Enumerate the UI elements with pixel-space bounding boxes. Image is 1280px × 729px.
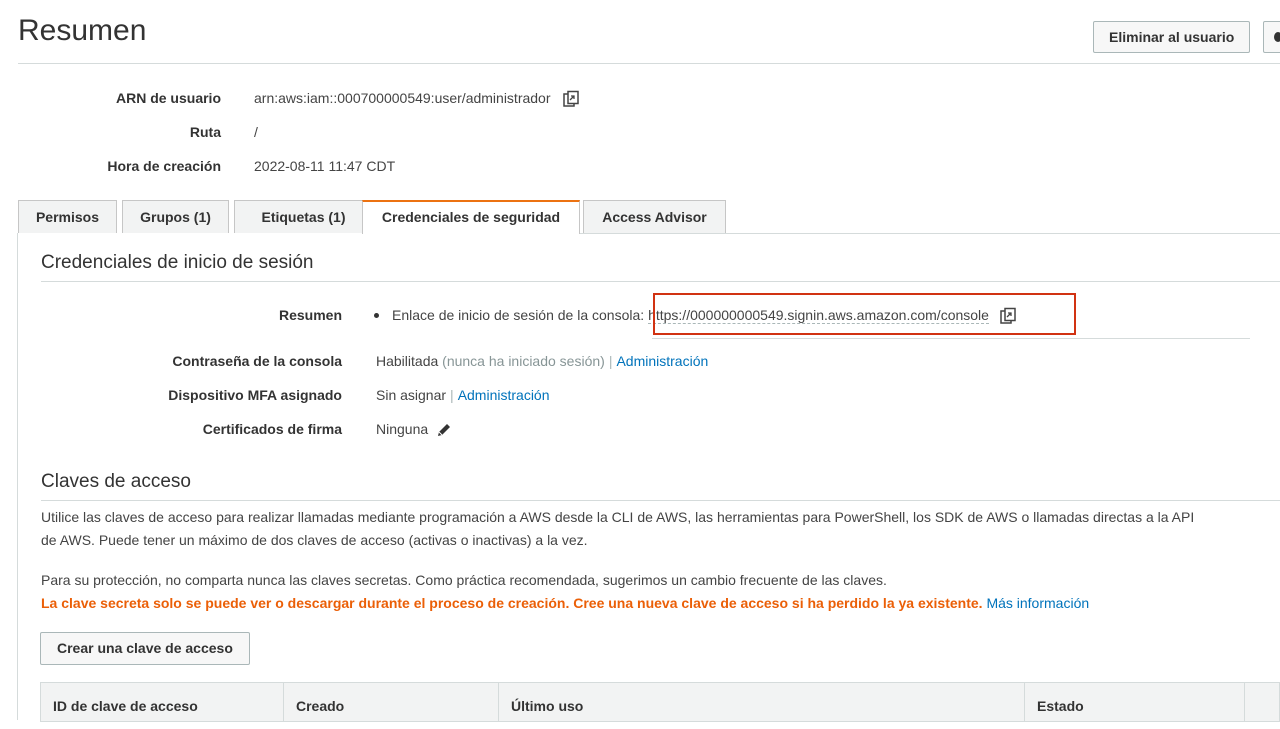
col-header-key-id[interactable]: ID de clave de acceso <box>41 683 284 721</box>
more-actions-button[interactable] <box>1263 21 1280 53</box>
signing-certs-label: Certificados de firma <box>202 421 342 437</box>
col-header-last-used[interactable]: Último uso <box>499 683 1025 721</box>
create-access-key-button[interactable]: Crear una clave de acceso <box>40 632 250 665</box>
bullet <box>374 313 379 318</box>
header-divider <box>18 63 1280 64</box>
creation-time-label: Hora de creación <box>107 158 221 174</box>
delete-user-button[interactable]: Eliminar al usuario <box>1093 21 1251 53</box>
more-icon <box>1274 32 1280 42</box>
password-note: (nunca ha iniciado sesión) <box>442 353 605 369</box>
creation-time-value: 2022-08-11 11:47 CDT <box>254 158 396 174</box>
console-password-label: Contraseña de la consola <box>172 353 342 369</box>
more-info-link[interactable]: Más información <box>986 595 1089 611</box>
pencil-icon[interactable] <box>436 422 452 438</box>
highlight-box <box>653 293 1076 335</box>
signin-divider <box>41 281 1280 282</box>
tab-access-advisor[interactable]: Access Advisor <box>583 200 726 233</box>
tab-security-credentials[interactable]: Credenciales de seguridad <box>362 200 580 234</box>
copy-icon[interactable] <box>562 90 580 108</box>
tab-permissions[interactable]: Permisos <box>18 200 117 233</box>
description-line: de AWS. Puede tener un máximo de dos cla… <box>41 532 588 548</box>
certs-status: Ninguna <box>376 421 429 437</box>
path-label: Ruta <box>189 124 221 140</box>
tab-groups[interactable]: Grupos (1) <box>122 200 229 233</box>
signin-credentials-title: Credenciales de inicio de sesión <box>41 252 314 273</box>
panel-border <box>17 233 18 720</box>
signin-summary-label: Resumen <box>278 307 342 323</box>
arn-value: arn:aws:iam::000700000549:user/administr… <box>254 90 551 106</box>
console-link-label: Enlace de inicio de sesión de la consola… <box>392 307 645 323</box>
col-header-created[interactable]: Creado <box>284 683 499 721</box>
arn-label: ARN de usuario <box>115 90 221 106</box>
protection-text: Para su protección, no comparta nunca la… <box>41 572 887 588</box>
warning-row: La clave secreta solo se puede ver o des… <box>41 592 1089 615</box>
tab-tags[interactable]: Etiquetas (1) <box>234 200 373 233</box>
password-manage-link[interactable]: Administración <box>616 353 708 369</box>
path-value: / <box>254 124 258 140</box>
signing-certs-value: Ninguna <box>376 421 452 438</box>
access-keys-divider <box>41 500 1280 501</box>
separator: | <box>450 387 454 403</box>
mfa-manage-link[interactable]: Administración <box>458 387 550 403</box>
access-keys-description: Utilice las claves de acceso para realiz… <box>41 506 1194 552</box>
page-title: Resumen <box>18 14 147 47</box>
access-keys-title: Claves de acceso <box>41 471 191 492</box>
mfa-status: Sin asignar <box>376 387 447 403</box>
description-line: Utilice las claves de acceso para realiz… <box>41 509 1195 525</box>
tab-underline <box>580 233 1280 234</box>
console-password-value: Habilitada (nunca ha iniciado sesión) | Ad… <box>376 353 708 369</box>
mfa-label: Dispositivo MFA asignado <box>168 387 342 403</box>
summary-divider <box>652 338 1250 339</box>
access-keys-table: ID de clave de acceso Creado Último uso … <box>40 682 1280 722</box>
col-header-status[interactable]: Estado <box>1025 683 1245 721</box>
password-status: Habilitada <box>376 353 439 369</box>
warning-text: La clave secreta solo se puede ver o des… <box>41 595 983 611</box>
mfa-value: Sin asignar | Administración <box>376 387 550 403</box>
separator: | <box>608 353 613 369</box>
arn-value-row: arn:aws:iam::000700000549:user/administr… <box>254 90 580 108</box>
